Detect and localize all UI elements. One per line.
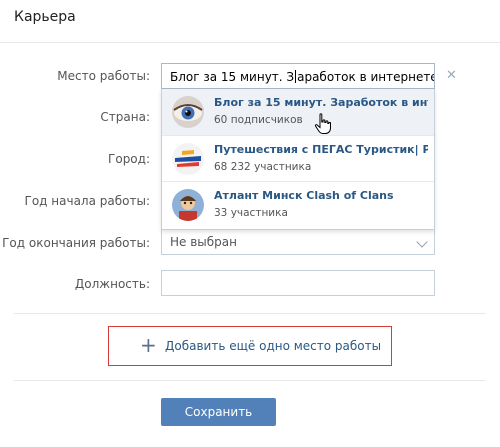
save-button[interactable]: Сохранить xyxy=(161,398,276,426)
end-year-value: Не выбран xyxy=(170,235,237,249)
workplace-suggestions: Блог за 15 минут. Заработок в интерн... … xyxy=(161,89,435,230)
end-year-label: Год окончания работы: xyxy=(2,236,150,250)
section-divider xyxy=(14,313,486,314)
workplace-input[interactable]: Блог за 15 минут. Заработок в интернете xyxy=(161,63,435,89)
eye-avatar-icon xyxy=(172,96,204,128)
chevron-down-icon xyxy=(416,236,428,248)
suggestion-item[interactable]: Блог за 15 минут. Заработок в интерн... … xyxy=(162,89,434,135)
workplace-value-end: аработок в интернете xyxy=(297,70,435,84)
workplace-label: Место работы: xyxy=(57,69,150,83)
workplace-value-start: Блог за 15 минут. З xyxy=(170,70,295,84)
start-year-label: Год начала работы: xyxy=(24,194,150,208)
suggestion-title: Блог за 15 минут. Заработок в интерн... xyxy=(214,96,428,109)
pegas-logo-icon xyxy=(172,143,204,175)
suggestion-subtitle: 60 подписчиков xyxy=(214,114,303,126)
position-label: Должность: xyxy=(74,277,150,291)
end-year-select[interactable]: Не выбран xyxy=(161,229,435,255)
suggestion-subtitle: 68 232 участника xyxy=(214,161,312,173)
city-label: Город: xyxy=(108,152,150,166)
position-input[interactable] xyxy=(161,270,435,296)
plus-icon: + xyxy=(140,333,157,357)
page-title: Карьера xyxy=(14,9,76,25)
suggestion-subtitle: 33 участника xyxy=(214,207,288,219)
add-workplace-label: Добавить ещё одно место работы xyxy=(165,339,382,353)
suggestion-item[interactable]: Атлант Минск Clash of Clans 33 участника xyxy=(162,181,434,227)
suggestion-title: Атлант Минск Clash of Clans xyxy=(214,189,394,202)
add-workplace-button[interactable]: + Добавить ещё одно место работы xyxy=(108,326,392,366)
header-divider xyxy=(0,42,500,43)
section-divider xyxy=(14,380,486,381)
suggestion-title: Путешествия с ПЕГАС Туристик| PEG... xyxy=(214,143,428,156)
suggestion-item[interactable]: Путешествия с ПЕГАС Туристик| PEG... 68 … xyxy=(162,135,434,181)
text-caret xyxy=(295,70,297,83)
clear-icon[interactable]: ✕ xyxy=(446,68,457,83)
country-label: Страна: xyxy=(100,110,150,124)
clash-avatar-icon xyxy=(172,189,204,221)
hand-cursor-icon xyxy=(314,113,332,139)
